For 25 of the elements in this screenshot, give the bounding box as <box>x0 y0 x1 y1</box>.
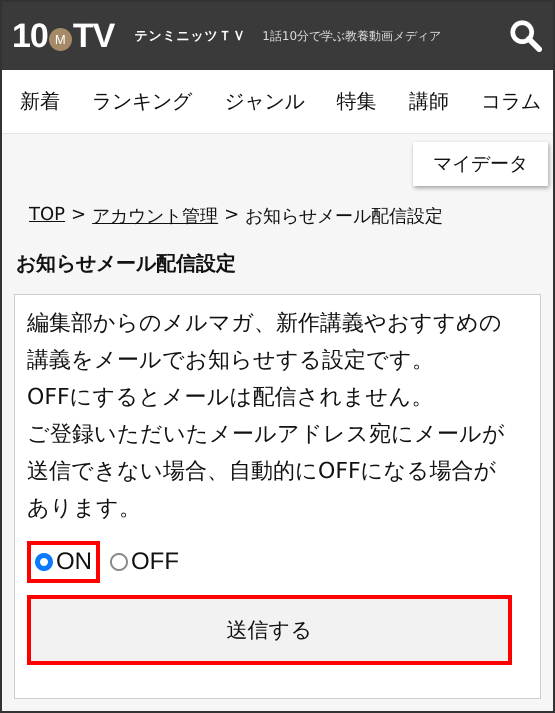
nav-link[interactable]: 講師 <box>408 88 449 115</box>
breadcrumb-link[interactable]: アカウント管理 <box>92 204 218 228</box>
nav-link[interactable]: 特集 <box>336 88 377 115</box>
nav-link[interactable]: ランキング <box>92 88 192 115</box>
radio-option[interactable]: OFF <box>102 541 187 583</box>
nav-link[interactable]: コラム <box>480 88 541 115</box>
breadcrumb-current: お知らせメール配信設定 <box>245 205 444 228</box>
breadcrumb-separator: > <box>224 204 240 227</box>
radio-option[interactable]: ON <box>27 541 100 583</box>
page-title: お知らせメール配信設定 <box>16 250 237 277</box>
nav-link[interactable]: ジャンル <box>224 88 304 115</box>
logo[interactable]: 10 M TV <box>12 16 114 56</box>
nav-link[interactable]: 新着 <box>20 88 60 115</box>
site-name: テンミニッツＴＶ <box>134 28 246 45</box>
breadcrumb-link[interactable]: TOP <box>29 204 66 228</box>
breadcrumb-separator: > <box>71 204 86 227</box>
search-icon[interactable] <box>509 19 543 53</box>
tagline: 1話10分で学ぶ教養動画メディア <box>262 28 442 44</box>
my-data-button[interactable]: マイデータ <box>413 142 548 186</box>
submit-button[interactable]: 送信する <box>27 595 512 665</box>
description-text: OFFにするとメールは配信されません。 <box>27 384 435 412</box>
description-text: ご登録いただいたメールアドレス宛にメールが送信できない場合、自動的にOFFになる場合があります。 <box>27 421 506 523</box>
radio-icon <box>110 553 128 571</box>
radio-icon <box>35 553 53 571</box>
description-text: 編集部からのメルマガ、新作講義やおすすめの講義をメールでお知らせする設定です。 <box>27 310 503 375</box>
